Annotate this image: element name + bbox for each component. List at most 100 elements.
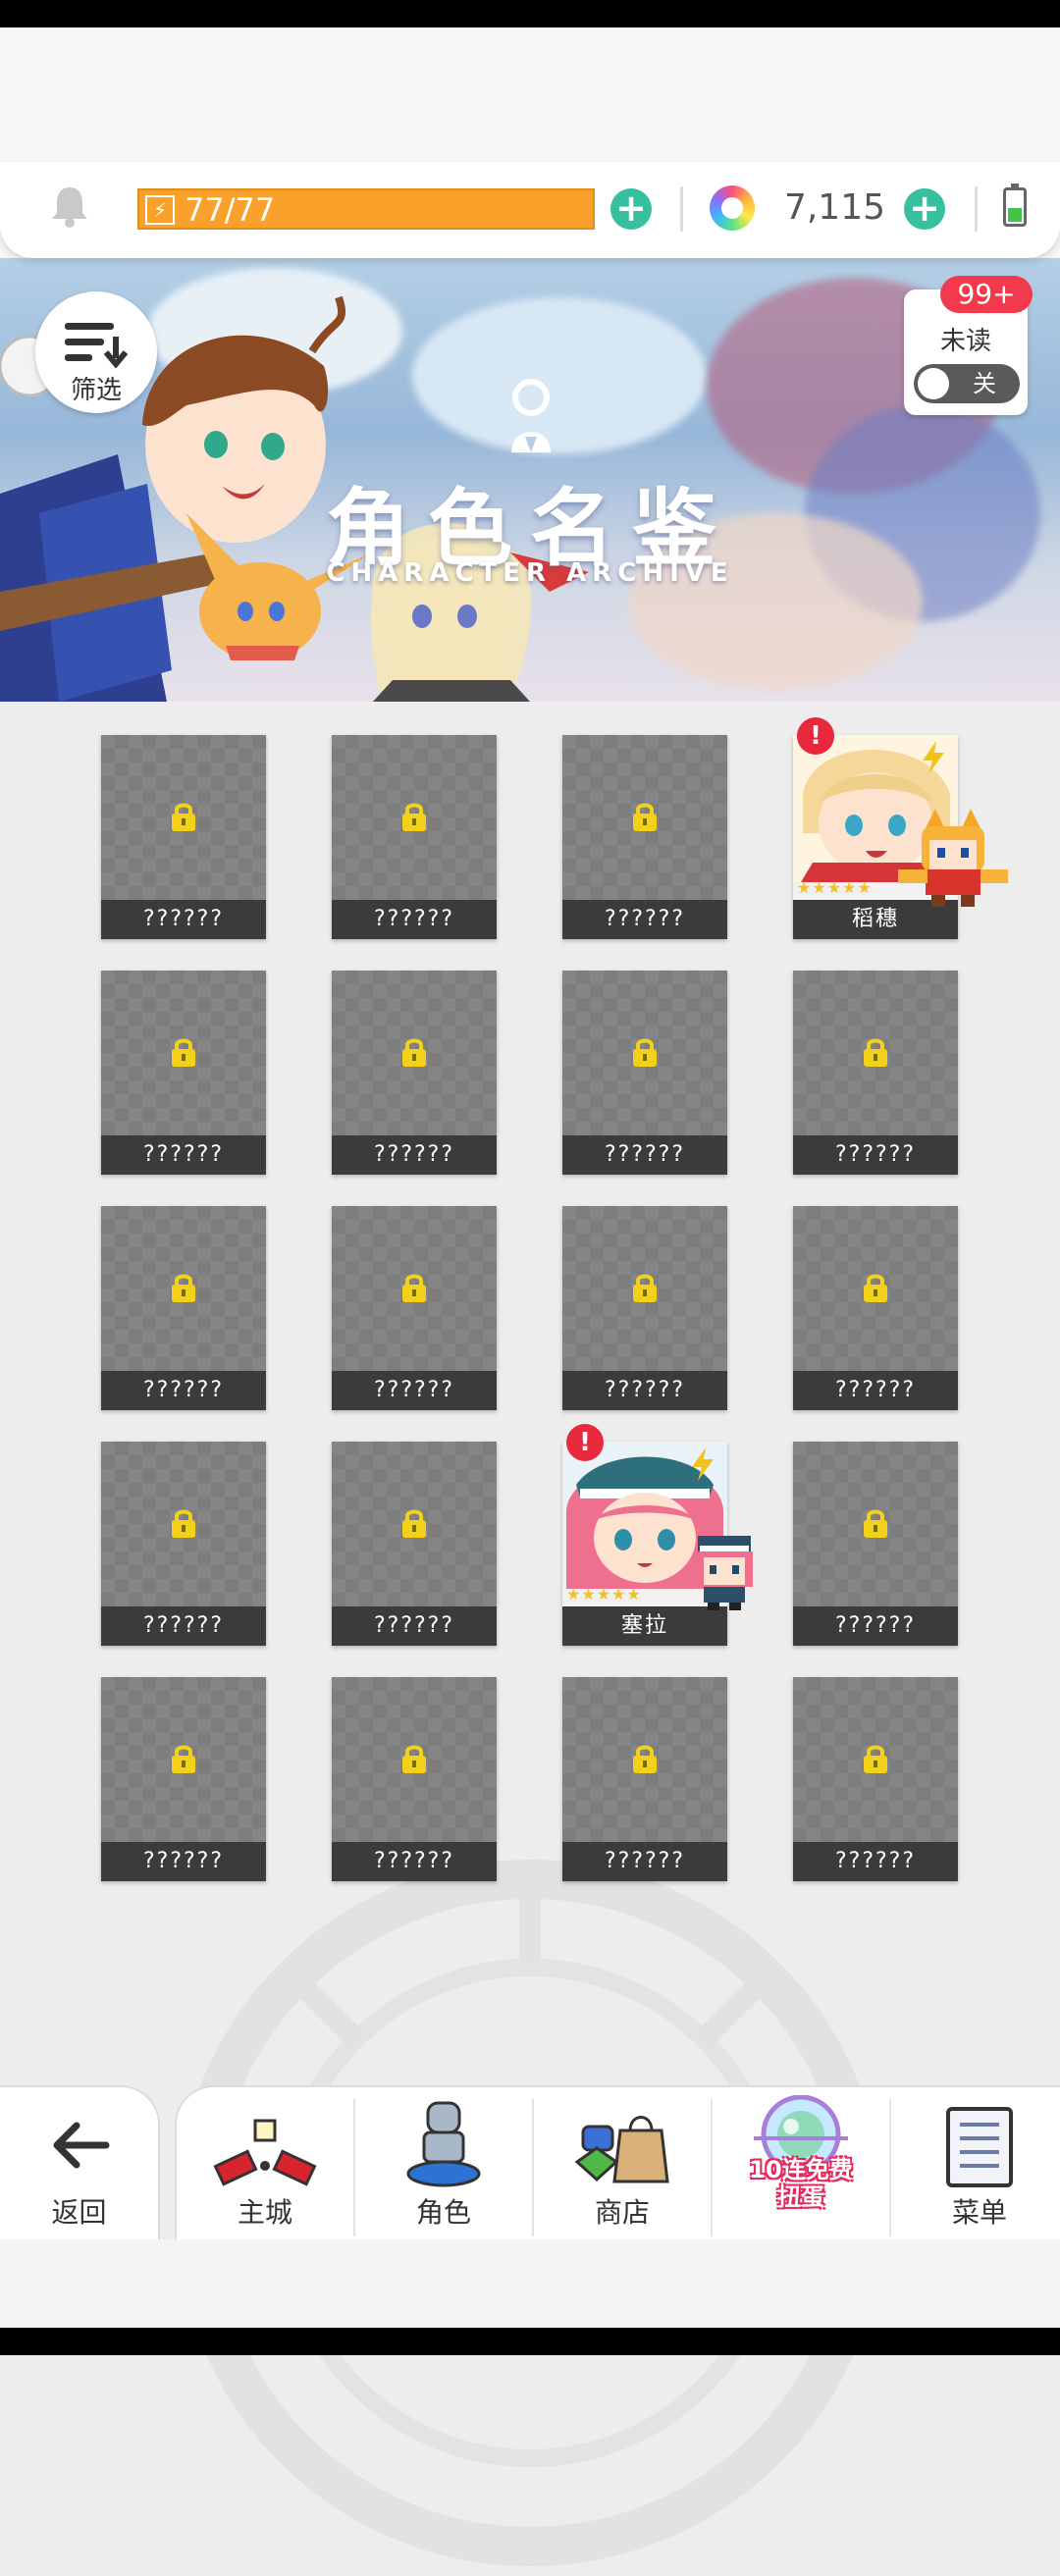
character-card-locked[interactable]: ?????? <box>793 1442 958 1646</box>
character-name: ?????? <box>562 900 727 939</box>
nav-label: 返回 <box>51 2196 107 2229</box>
lock-icon <box>402 1509 426 1538</box>
gesture-bar-area <box>0 2239 1060 2328</box>
unread-count-badge: 99+ <box>940 276 1033 313</box>
battery-icon <box>1003 184 1027 227</box>
character-name: ?????? <box>332 900 497 939</box>
bottom-navigation: 返回 主城 角色 商店 10连免费 扭蛋 菜单 <box>0 2085 1060 2239</box>
character-name: ?????? <box>101 1371 266 1410</box>
character-name: ?????? <box>562 1135 727 1175</box>
arrow-left-icon <box>53 2122 110 2169</box>
menu-list-icon <box>946 2107 1013 2187</box>
nav-label: 商店 <box>594 2196 650 2229</box>
rarity-stars: ★★★★★ <box>797 878 873 897</box>
divider <box>680 186 683 232</box>
character-name: ?????? <box>332 1842 497 1881</box>
character-card-locked[interactable]: ?????? <box>101 1442 266 1646</box>
gem-icon <box>710 185 755 231</box>
character-name: ?????? <box>101 1135 266 1175</box>
nav-character-tab[interactable]: 角色 <box>355 2087 532 2241</box>
energy-value: 77/77 <box>185 191 276 229</box>
character-card-locked[interactable]: ?????? <box>562 1206 727 1410</box>
system-bottom-edge <box>0 2328 1060 2355</box>
lock-icon <box>402 1745 426 1773</box>
character-name: 塞拉 <box>562 1606 727 1646</box>
lock-icon <box>172 1745 195 1773</box>
lock-icon <box>864 1745 887 1773</box>
character-sprite <box>696 1536 753 1610</box>
gem-count: 7,115 <box>783 187 885 228</box>
sort-filter-icon <box>65 323 129 368</box>
lock-icon <box>864 1274 887 1302</box>
nav-gacha-tab[interactable]: 10连免费 扭蛋 <box>713 2087 889 2241</box>
character-figure-icon <box>406 2101 481 2187</box>
character-name: ?????? <box>101 900 266 939</box>
character-name: ?????? <box>562 1842 727 1881</box>
lock-icon <box>402 1274 426 1302</box>
nav-shop-tab[interactable]: 商店 <box>534 2087 711 2241</box>
page-subtitle: CHARACTER ARCHIVE <box>326 558 734 588</box>
main-nav-tabs: 主城 角色 商店 10连免费 扭蛋 菜单 <box>175 2085 1060 2239</box>
character-card-locked[interactable]: ?????? <box>793 1677 958 1881</box>
character-card-locked[interactable]: ?????? <box>562 735 727 939</box>
character-card-locked[interactable]: ?????? <box>332 1442 497 1646</box>
rarity-stars: ★★★★★ <box>566 1585 642 1603</box>
character-card-locked[interactable]: ?????? <box>332 735 497 939</box>
character-card-locked[interactable]: ?????? <box>101 1206 266 1410</box>
character-name: ?????? <box>793 1135 958 1175</box>
lock-icon <box>402 1038 426 1067</box>
character-grid: ?????? ?????? ?????? ★★★★★ ! 稻穗 ?????? ?… <box>101 717 1008 1881</box>
character-name: ?????? <box>793 1371 958 1410</box>
nav-home-tab[interactable]: 主城 <box>177 2087 353 2241</box>
character-card-sera[interactable]: ★★★★★ ! 塞拉 <box>562 1424 753 1646</box>
add-gems-button[interactable]: + <box>904 188 945 230</box>
character-card-locked[interactable]: ?????? <box>332 1206 497 1410</box>
castle-home-icon <box>213 2119 317 2186</box>
add-energy-button[interactable]: + <box>610 188 652 230</box>
lock-icon <box>633 1038 657 1067</box>
promo-line-2: 扭蛋 <box>777 2183 824 2211</box>
lock-icon <box>864 1509 887 1538</box>
system-status-bar <box>0 0 1060 27</box>
character-name: ?????? <box>101 1606 266 1646</box>
nav-label: 菜单 <box>951 2196 1007 2229</box>
character-card-inaho[interactable]: ★★★★★ ! 稻穗 <box>793 717 1008 939</box>
filter-button[interactable]: 筛选 <box>35 291 157 413</box>
lock-icon <box>864 1038 887 1067</box>
unread-filter: 99+ 未读 关 <box>904 276 1033 415</box>
lock-icon <box>172 1509 195 1538</box>
character-card-locked[interactable]: ?????? <box>793 971 958 1175</box>
lightning-element-icon <box>692 1447 714 1481</box>
divider <box>975 186 978 232</box>
lock-icon <box>172 1274 195 1302</box>
lightning-element-icon <box>923 741 944 774</box>
unread-toggle[interactable]: 关 <box>914 364 1020 403</box>
nav-menu-tab[interactable]: 菜单 <box>891 2087 1060 2241</box>
character-card-locked[interactable]: ?????? <box>562 1677 727 1881</box>
toggle-knob <box>918 368 949 399</box>
character-card-locked[interactable]: ?????? <box>101 735 266 939</box>
character-card-locked[interactable]: ?????? <box>332 971 497 1175</box>
shop-bag-icon <box>574 2116 669 2183</box>
nav-label: 主城 <box>237 2196 292 2229</box>
character-card-locked[interactable]: ?????? <box>101 1677 266 1881</box>
character-card-locked[interactable]: ?????? <box>562 971 727 1175</box>
character-card-locked[interactable]: ?????? <box>793 1206 958 1410</box>
character-name: ?????? <box>793 1842 958 1881</box>
promo-line-1: 10连免费 <box>749 2156 853 2183</box>
character-card-locked[interactable]: ?????? <box>101 971 266 1175</box>
new-alert-badge: ! <box>566 1424 604 1461</box>
back-button[interactable]: 返回 <box>0 2085 160 2239</box>
unread-label: 未读 <box>939 327 991 356</box>
nav-label: 角色 <box>415 2196 471 2229</box>
new-alert-badge: ! <box>797 717 834 755</box>
bell-icon[interactable] <box>49 184 90 229</box>
character-name: ?????? <box>332 1371 497 1410</box>
resource-bar: ⚡ 77/77 + 7,115 + <box>0 162 1060 258</box>
lightning-icon: ⚡ <box>145 195 175 225</box>
lock-icon <box>172 1038 195 1067</box>
free-gacha-promo: 10连免费 扭蛋 <box>713 2156 889 2211</box>
character-card-locked[interactable]: ?????? <box>332 1677 497 1881</box>
character-name: ?????? <box>332 1606 497 1646</box>
lock-icon <box>402 803 426 831</box>
